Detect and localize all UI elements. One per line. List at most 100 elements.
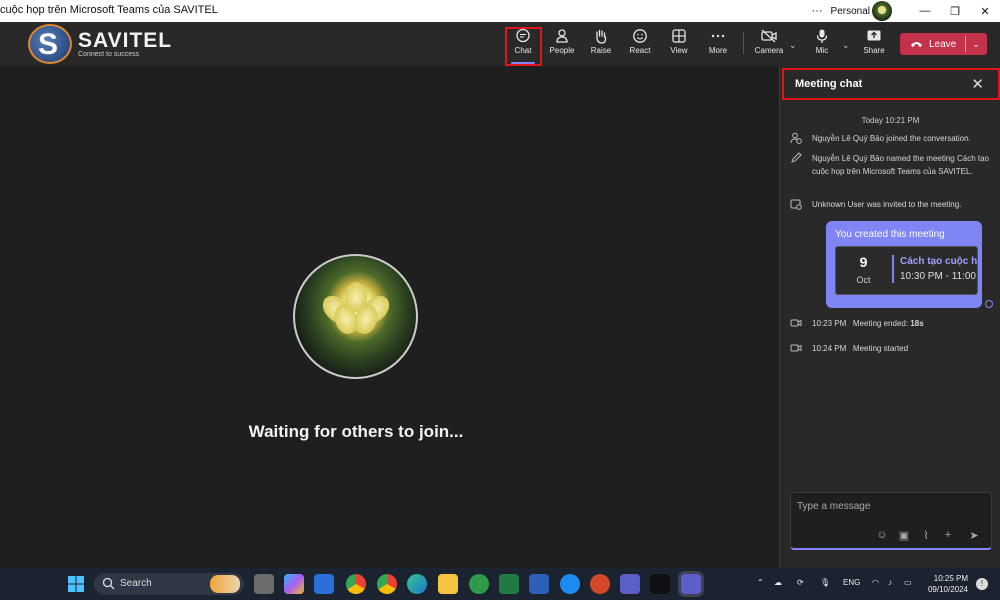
leave-divider xyxy=(965,36,967,52)
clock-time: 10:25 PM xyxy=(933,574,968,583)
hand-icon xyxy=(596,29,607,44)
gif-sticker-icon[interactable]: ▣ xyxy=(897,529,911,543)
camera-label: Camera xyxy=(754,46,784,55)
tiktok-icon[interactable] xyxy=(650,574,670,594)
event-text: Unknown User was invited to the meeting. xyxy=(812,200,962,209)
meeting-card[interactable]: 9 Oct Cách tạo cuộc họ 10:30 PM - 11:00 xyxy=(835,246,978,295)
ended-time: 10:23 PM xyxy=(812,319,847,328)
started-label: Meeting started xyxy=(852,344,909,353)
mic-tray-icon[interactable]: 🎙 xyxy=(820,578,830,587)
notification-icon[interactable]: ! xyxy=(976,578,988,590)
raise-hand-button[interactable]: Raise xyxy=(583,26,619,62)
camera-button[interactable]: Camera xyxy=(751,26,787,62)
close-window-button[interactable]: ✕ xyxy=(970,5,1000,18)
meeting-created-bubble: You created this meeting 9 Oct Cách tạo … xyxy=(826,221,982,308)
compose-box: ☺ ▣ ⌇ + ➤ xyxy=(790,492,992,550)
ended-duration: 18s xyxy=(910,319,924,328)
taskbar-clock[interactable]: 10:25 PM 09/10/2024 xyxy=(922,573,968,595)
chat-panel-title: Meeting chat xyxy=(795,78,863,90)
people-label: People xyxy=(549,46,575,55)
battery-icon[interactable]: ▭ xyxy=(904,578,912,587)
meeting-card-time: 10:30 PM - 11:00 xyxy=(900,271,976,282)
react-button[interactable]: React xyxy=(622,26,658,62)
attach-icon[interactable]: ⌇ xyxy=(919,529,933,543)
share-label: Share xyxy=(863,46,885,55)
windows-taskbar: Search ⌃ ☁ ⟳ 🎙 ENG ◠ ♪ ▭ 10:25 PM 09/10/… xyxy=(0,568,1000,600)
close-icon[interactable]: ✕ xyxy=(971,75,984,93)
excel-icon[interactable] xyxy=(499,574,519,594)
app-icon[interactable] xyxy=(469,574,489,594)
chrome-profile-icon[interactable] xyxy=(377,574,397,594)
logo-mark: S xyxy=(28,24,72,64)
zalo-icon[interactable] xyxy=(560,574,580,594)
chat-panel-header: Meeting chat ✕ xyxy=(782,68,1000,100)
powerpoint-icon[interactable] xyxy=(590,574,610,594)
camera-off-icon xyxy=(761,29,777,43)
minimize-button[interactable]: — xyxy=(910,5,940,17)
ended-label: Meeting ended: xyxy=(852,319,909,328)
emoji-icon[interactable]: ☺ xyxy=(875,529,889,543)
more-button[interactable]: More xyxy=(700,26,736,62)
window-title-bar: cuộc họp trên Microsoft Teams của SAVITE… xyxy=(0,0,1000,22)
taskbar-search[interactable]: Search xyxy=(94,573,244,595)
volume-icon[interactable]: ♪ xyxy=(888,578,892,587)
copilot-icon[interactable] xyxy=(284,574,304,594)
event-text: Nguyễn Lê Quý Bảo named the meeting Cách… xyxy=(812,154,989,176)
onedrive-icon[interactable]: ☁ xyxy=(774,578,782,587)
people-button[interactable]: People xyxy=(544,26,580,62)
task-view-icon[interactable] xyxy=(254,574,274,594)
restore-button[interactable]: ❐ xyxy=(940,5,970,18)
language-indicator[interactable]: ENG xyxy=(843,578,860,587)
event-text: Nguyễn Lê Quý Bảo joined the conversatio… xyxy=(812,134,971,143)
meeting-card-title[interactable]: Cách tạo cuộc họ xyxy=(900,256,977,267)
meeting-toolbar: S SAVITEL Connect to success Chat People… xyxy=(0,22,1000,66)
react-label: React xyxy=(629,46,651,55)
sync-icon[interactable]: ⟳ xyxy=(797,578,804,587)
meeting-chat-panel: Meeting chat ✕ Today 10:21 PM Nguyễn Lê … xyxy=(779,66,1000,568)
more-dots-icon xyxy=(711,34,725,38)
wifi-icon[interactable]: ◠ xyxy=(872,578,879,587)
windows-start-icon[interactable] xyxy=(66,574,86,594)
send-icon[interactable]: ➤ xyxy=(967,529,981,543)
bubble-title: You created this meeting xyxy=(835,229,945,240)
grid-view-icon xyxy=(672,29,686,43)
logo-name: SAVITEL xyxy=(78,28,173,52)
message-input[interactable] xyxy=(797,501,977,512)
toolbar-divider xyxy=(743,32,744,54)
mic-options-chevron-icon[interactable]: ⌄ xyxy=(842,40,850,51)
more-label: More xyxy=(708,46,728,55)
chat-highlight-box xyxy=(505,27,542,66)
more-options-icon[interactable]: ··· xyxy=(812,5,823,17)
teams-icon[interactable] xyxy=(620,574,640,594)
video-icon xyxy=(790,319,802,327)
leave-label: Leave xyxy=(929,38,957,50)
view-button[interactable]: View xyxy=(661,26,697,62)
file-explorer-icon[interactable] xyxy=(438,574,458,594)
participant-avatar xyxy=(293,254,418,379)
raise-label: Raise xyxy=(590,46,612,55)
photos-icon[interactable] xyxy=(314,574,334,594)
mic-button[interactable]: Mic xyxy=(804,26,840,62)
share-button[interactable]: Share xyxy=(856,26,892,62)
meeting-month: Oct xyxy=(856,275,871,285)
invite-icon xyxy=(790,199,802,210)
tray-chevron-icon[interactable]: ⌃ xyxy=(757,578,764,587)
pencil-icon xyxy=(791,152,802,163)
profile-avatar[interactable] xyxy=(872,1,892,21)
word-icon[interactable] xyxy=(529,574,549,594)
logo-letter: S xyxy=(38,28,59,61)
leave-options-chevron-icon[interactable]: ⌄ xyxy=(972,39,980,50)
logo-tagline: Connect to success xyxy=(78,50,140,58)
chrome-icon[interactable] xyxy=(346,574,366,594)
camera-options-chevron-icon[interactable]: ⌄ xyxy=(789,40,797,51)
leave-button[interactable]: Leave ⌄ xyxy=(900,33,987,55)
waiting-message: Waiting for others to join... xyxy=(248,422,464,441)
video-icon xyxy=(790,344,802,352)
plus-icon[interactable]: + xyxy=(941,529,955,543)
profile-label[interactable]: Personal xyxy=(831,6,870,17)
hang-up-icon xyxy=(911,42,922,47)
edge-icon[interactable] xyxy=(407,574,427,594)
teams-active-icon[interactable] xyxy=(681,574,701,594)
people-icon xyxy=(556,29,568,43)
started-time: 10:24 PM xyxy=(812,344,847,353)
